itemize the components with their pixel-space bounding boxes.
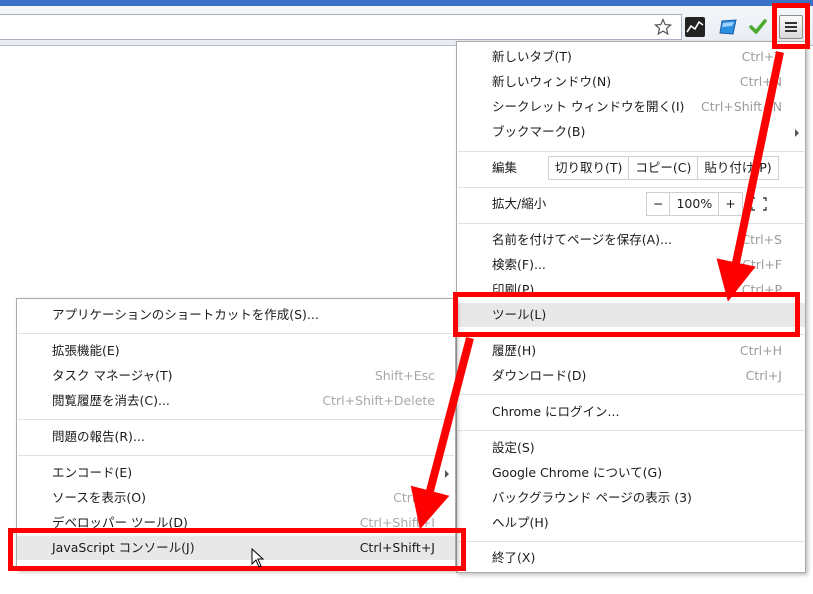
menu-separator	[458, 430, 804, 431]
fullscreen-icon[interactable]	[751, 197, 767, 211]
stock-chart-extension-icon[interactable]	[685, 17, 705, 37]
submenu-item-view-source[interactable]: ソースを表示(O) Ctrl+U	[17, 486, 455, 510]
menu-item-new-window[interactable]: 新しいウィンドウ(N) Ctrl+N	[457, 70, 805, 94]
menu-item-exit[interactable]: 終了(X)	[457, 546, 805, 570]
menu-item-new-tab[interactable]: 新しいタブ(T) Ctrl+T	[457, 45, 805, 69]
menu-item-incognito[interactable]: シークレット ウィンドウを開く(I) Ctrl+Shift+N	[457, 95, 805, 119]
annotation-box-js-console	[8, 528, 466, 571]
zoom-button-group: − 100% +	[646, 192, 743, 216]
menu-item-history[interactable]: 履歴(H) Ctrl+H	[457, 339, 805, 363]
menu-item-bookmarks[interactable]: ブックマーク(B)	[457, 120, 805, 144]
address-bar[interactable]	[0, 14, 682, 40]
menu-item-help[interactable]: ヘルプ(H)	[457, 511, 805, 535]
annotation-box-menu-button	[772, 3, 810, 49]
submenu-item-task-manager[interactable]: タスク マネージャ(T) Shift+Esc	[17, 364, 455, 388]
zoom-out-button[interactable]: −	[646, 192, 671, 216]
browser-toolbar	[0, 6, 813, 46]
submenu-item-report-issue[interactable]: 問題の報告(R)...	[17, 425, 455, 449]
menu-row-zoom: 拡大/縮小 − 100% +	[457, 192, 805, 216]
menu-row-edit: 編集 切り取り(T) コピー(C) 貼り付け(P)	[457, 156, 805, 180]
menu-separator	[458, 151, 804, 152]
edit-button-group: 切り取り(T) コピー(C) 貼り付け(P)	[548, 156, 779, 180]
menu-item-downloads[interactable]: ダウンロード(D) Ctrl+J	[457, 364, 805, 388]
submenu-arrow-icon	[795, 129, 799, 137]
menu-separator	[458, 187, 804, 188]
menu-separator	[458, 223, 804, 224]
paste-button[interactable]: 貼り付け(P)	[698, 156, 779, 180]
menu-separator	[18, 419, 454, 420]
copy-button[interactable]: コピー(C)	[629, 156, 699, 180]
submenu-arrow-icon	[445, 470, 449, 478]
star-icon[interactable]	[654, 18, 672, 36]
blue-extension-icon[interactable]	[718, 17, 738, 37]
menu-separator	[18, 333, 454, 334]
zoom-level: 100%	[670, 192, 720, 216]
submenu-item-create-shortcut[interactable]: アプリケーションのショートカットを作成(S)...	[17, 303, 455, 327]
green-check-extension-icon[interactable]	[748, 17, 768, 37]
cut-button[interactable]: 切り取り(T)	[548, 156, 630, 180]
mouse-cursor-icon	[251, 548, 265, 568]
menu-item-about[interactable]: Google Chrome について(G)	[457, 461, 805, 485]
menu-item-background-pages[interactable]: バックグラウンド ページの表示 (3)	[457, 486, 805, 510]
submenu-item-encoding[interactable]: エンコード(E)	[17, 461, 455, 485]
menu-item-find[interactable]: 検索(F)... Ctrl+F	[457, 253, 805, 277]
menu-item-signin[interactable]: Chrome にログイン...	[457, 400, 805, 424]
annotation-box-tools	[453, 292, 800, 337]
menu-item-settings[interactable]: 設定(S)	[457, 436, 805, 460]
submenu-item-clear-browsing-data[interactable]: 閲覧履歴を消去(C)... Ctrl+Shift+Delete	[17, 389, 455, 413]
menu-separator	[458, 394, 804, 395]
menu-separator	[18, 455, 454, 456]
zoom-in-button[interactable]: +	[719, 192, 743, 216]
menu-item-save-page[interactable]: 名前を付けてページを保存(A)... Ctrl+S	[457, 228, 805, 252]
menu-separator	[458, 541, 804, 542]
submenu-item-extensions[interactable]: 拡張機能(E)	[17, 339, 455, 363]
